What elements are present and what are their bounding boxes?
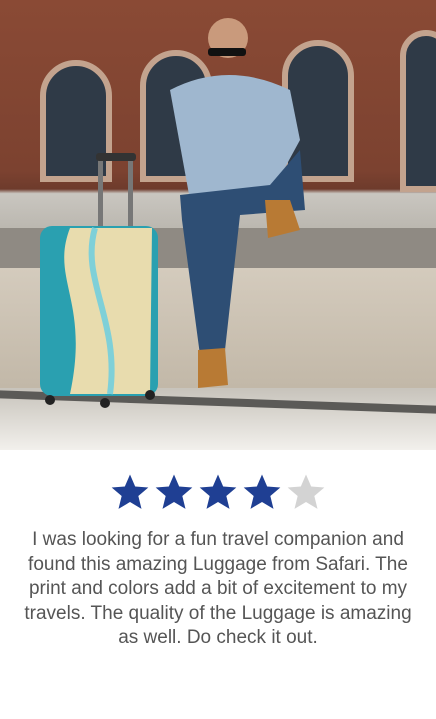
star-filled-icon — [199, 474, 237, 509]
person-and-suitcase-illustration — [40, 18, 305, 408]
star-filled-icon — [111, 474, 149, 509]
star-filled-icon — [243, 474, 281, 509]
review-photo — [0, 0, 436, 450]
star-rating — [0, 472, 436, 512]
star-empty-icon — [287, 474, 325, 509]
star-filled-icon — [155, 474, 193, 509]
review-text: I was looking for a fun travel companion… — [24, 529, 412, 648]
